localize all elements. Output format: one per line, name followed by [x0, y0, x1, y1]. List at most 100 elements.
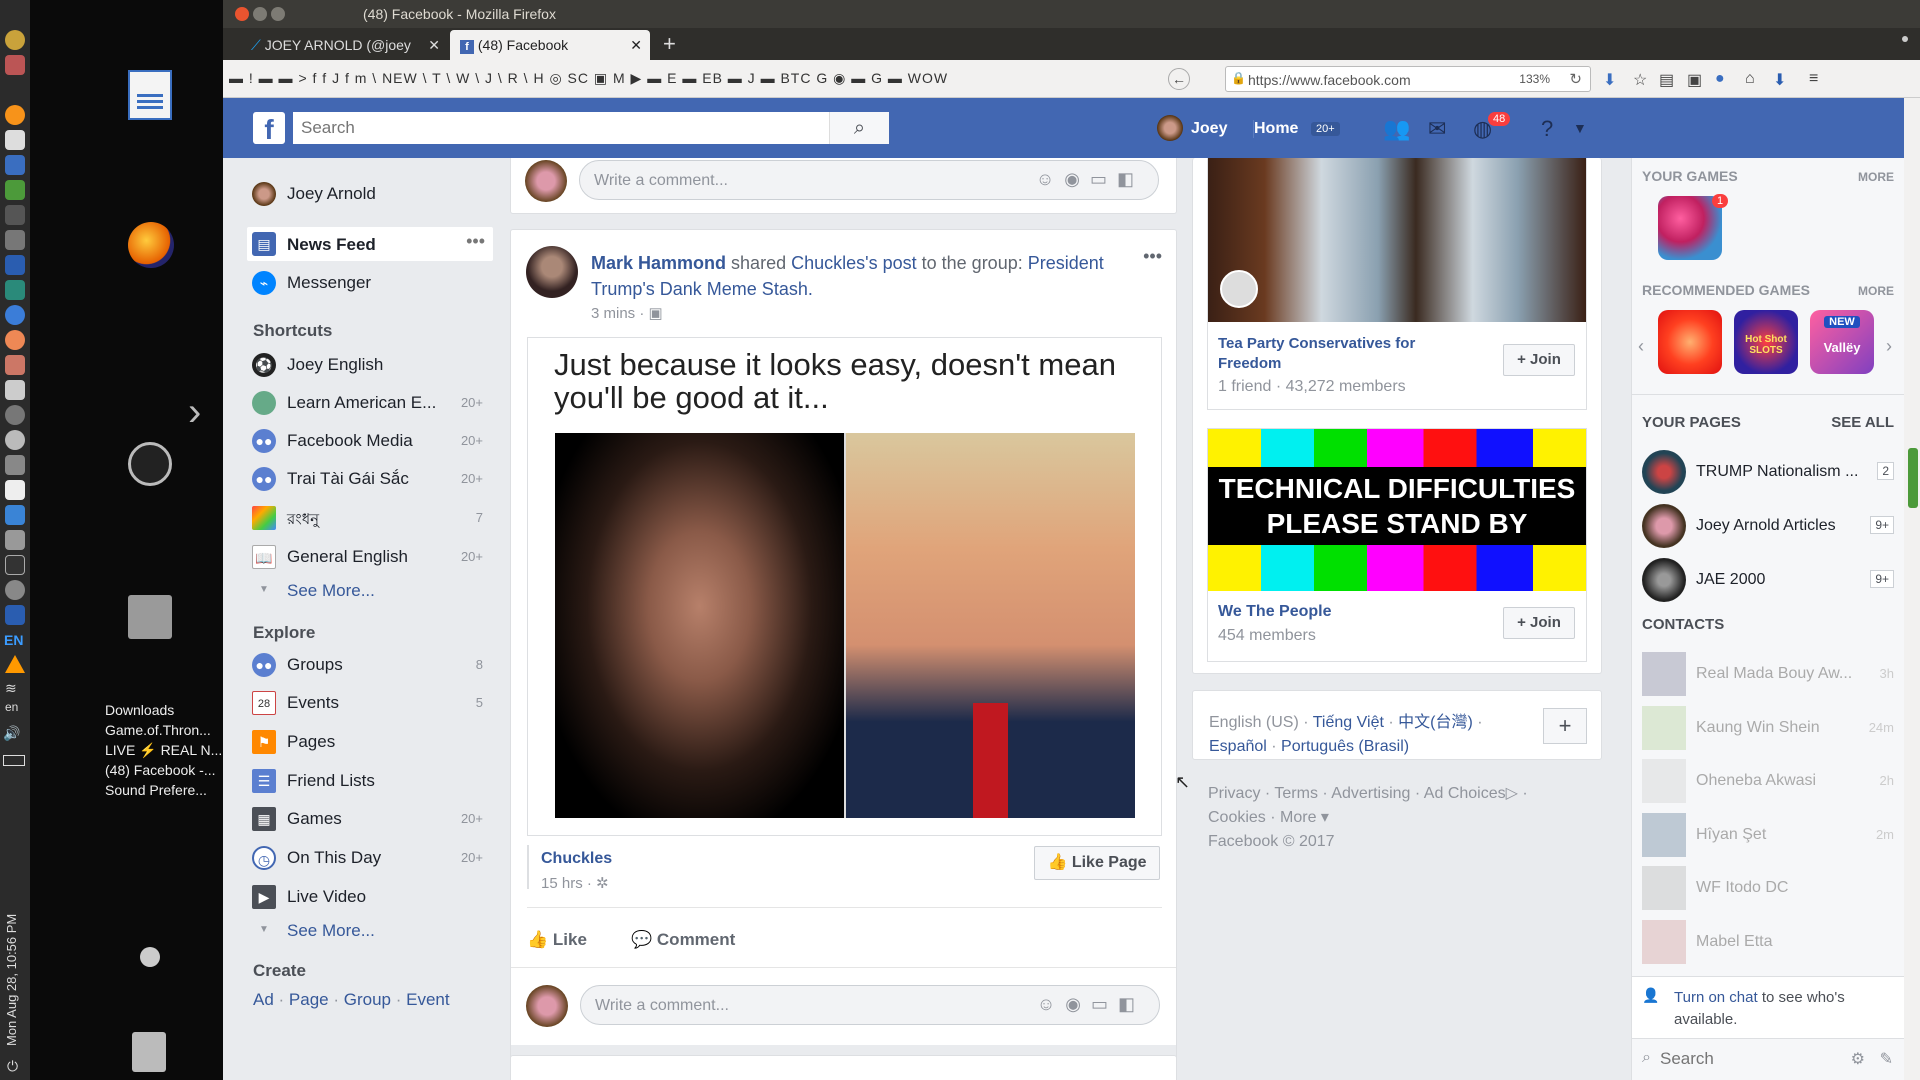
join-group-button[interactable]: + Join [1503, 607, 1575, 639]
account-menu-icon[interactable]: ▼ [1573, 120, 1587, 136]
home-link[interactable]: Home [1253, 120, 1298, 138]
wifi-icon[interactable]: ≋ [5, 680, 17, 697]
pages-see-all-link[interactable]: SEE ALL [1831, 414, 1894, 431]
spreadsheet-icon[interactable] [5, 180, 25, 200]
sticker-icon[interactable]: ◧ [1117, 169, 1144, 189]
join-group-button[interactable]: + Join [1503, 344, 1575, 376]
footer-advertising[interactable]: Advertising [1331, 785, 1410, 802]
menu-icon[interactable]: ≡ [1809, 70, 1818, 88]
explore-item-friend-lists[interactable]: ☰ Friend Lists [247, 765, 493, 795]
back-icon[interactable]: ← [1168, 68, 1190, 90]
see-more-explore[interactable]: ▼ See More... [247, 915, 493, 945]
group-card-we-the-people[interactable]: TECHNICAL DIFFICULTIES PLEASE STAND BY W… [1207, 428, 1587, 662]
shortcut-item[interactable]: ●● Trai Tài Gái Sắc 20+ [247, 463, 493, 493]
save-icon[interactable]: ⬇ [1773, 70, 1786, 90]
youtube-icon[interactable]: ▣ [1687, 70, 1702, 90]
camera-icon[interactable] [5, 555, 25, 575]
group-name[interactable]: Tea Party Conservatives for Freedom [1218, 334, 1468, 374]
clock[interactable]: Mon Aug 28, 10:56 PM [4, 900, 28, 1060]
new-tab-button[interactable]: + [663, 31, 676, 57]
shared-post[interactable]: Just because it looks easy, doesn't mean… [527, 337, 1162, 836]
shortcut-item[interactable]: ●● Facebook Media 20+ [247, 425, 493, 455]
create-ad-link[interactable]: Ad [253, 990, 274, 1009]
warning-icon[interactable] [5, 655, 25, 673]
chevron-right-icon[interactable]: › [188, 390, 201, 435]
page-item[interactable]: Joey Arnold Articles 9+ [1642, 504, 1894, 548]
window-list-item[interactable]: Game.of.Thron... [105, 720, 255, 740]
close-tab-icon[interactable]: ✕ [630, 37, 642, 54]
window-list-item[interactable]: (48) Facebook -... [105, 760, 255, 780]
candy-crush-game-icon[interactable] [1658, 196, 1722, 260]
download-icon[interactable]: ⬇ [1603, 70, 1616, 90]
audience-icon[interactable]: ▣ [649, 305, 663, 322]
calendar-icon[interactable] [5, 155, 25, 175]
page-name-link[interactable]: Chuckles [541, 850, 612, 868]
search-button[interactable]: ⌕ [829, 112, 889, 144]
window-list-item[interactable]: LIVE ⚡ REAL N... [105, 740, 255, 760]
bookmarks-strip[interactable]: ▬ ! ▬ ▬ > f f J f m \ NEW \ T \ W \ J \ … [229, 70, 1149, 87]
rec-game-icon[interactable] [1658, 310, 1722, 374]
image-icon[interactable] [5, 380, 25, 400]
create-group-link[interactable]: Group [344, 990, 391, 1009]
more-options-icon[interactable]: ••• [466, 231, 485, 252]
post-link[interactable]: post [883, 253, 917, 273]
explore-item-events[interactable]: 28 Events 5 [247, 687, 493, 717]
language-link[interactable]: Português (Brasil) [1281, 738, 1409, 755]
tab-overflow-icon[interactable] [1902, 36, 1908, 42]
gear-icon[interactable]: ⚙ [1851, 1049, 1865, 1069]
help-icon[interactable]: ? [1541, 116, 1553, 142]
app-icon[interactable] [5, 55, 25, 75]
contact-item[interactable]: Oheneba Akwasi 2h [1642, 759, 1894, 803]
add-language-button[interactable]: + [1543, 708, 1587, 744]
friend-requests-icon[interactable]: 👥 [1383, 116, 1410, 142]
source-link[interactable]: Chuckles [791, 253, 865, 273]
shortcut-item[interactable]: Learn American E... 20+ [247, 387, 493, 417]
files-icon[interactable] [5, 355, 25, 375]
footer-more[interactable]: More ▾ [1280, 809, 1329, 826]
like-page-button[interactable]: 👍 Like Page [1034, 846, 1160, 880]
document-icon[interactable] [128, 70, 172, 120]
see-more-shortcuts[interactable]: ▼ See More... [247, 575, 493, 605]
author-link[interactable]: Mark Hammond [591, 253, 726, 273]
nav-profile[interactable]: Joey Arnold [247, 178, 493, 208]
tab-facebook[interactable]: f (48) Facebook ✕ [450, 30, 650, 60]
file-cabinet-icon[interactable] [128, 595, 172, 639]
monitor-icon[interactable] [5, 280, 25, 300]
shortcut-item[interactable]: 📖 General English 20+ [247, 541, 493, 571]
rec-game-icon[interactable]: NEW Vallëy [1810, 310, 1874, 374]
language-link[interactable]: Tiếng Việt [1313, 714, 1384, 731]
close-window-button[interactable] [235, 7, 249, 21]
maximize-window-button[interactable] [271, 7, 285, 21]
disk-icon[interactable] [5, 580, 25, 600]
minimize-window-button[interactable] [253, 7, 267, 21]
gif-icon[interactable]: ▭ [1090, 169, 1117, 189]
trash-icon[interactable] [132, 1032, 166, 1072]
camera-icon[interactable]: ◉ [1065, 994, 1091, 1014]
battery-icon[interactable] [3, 755, 25, 766]
firefox-icon[interactable] [5, 330, 25, 350]
commenter-avatar[interactable] [526, 985, 568, 1027]
comment-input[interactable]: Write a comment... ☺◉▭◧ [580, 985, 1160, 1025]
commenter-avatar[interactable] [525, 160, 567, 202]
lock-icon[interactable] [5, 455, 25, 475]
contact-item[interactable]: Mabel Etta [1642, 920, 1894, 964]
page-scrollbar[interactable] [1904, 98, 1920, 1080]
nav-news-feed[interactable]: ▤ News Feed ••• [247, 227, 493, 261]
shortcut-item[interactable]: রংধনু 7 [247, 502, 493, 532]
ubuntu-icon[interactable] [128, 442, 172, 486]
keyboard-layout[interactable]: EN [4, 632, 23, 648]
scrollbar-thumb[interactable] [1908, 448, 1918, 508]
group-name[interactable]: We The People [1218, 603, 1332, 621]
url-bar[interactable]: 🔒 https://www.facebook.com 133% ↻ [1225, 66, 1591, 92]
compose-icon[interactable]: ✎ [1880, 1049, 1893, 1069]
author-avatar[interactable] [526, 246, 578, 298]
star-icon[interactable]: ☆ [1633, 70, 1647, 90]
nav-messenger[interactable]: ⌁ Messenger [247, 267, 493, 297]
footer-cookies[interactable]: Cookies [1208, 809, 1266, 826]
drive-icon[interactable] [5, 530, 25, 550]
drive-icon[interactable] [5, 230, 25, 250]
extension-icon[interactable]: ● [1715, 70, 1725, 88]
messenger-icon[interactable]: ✉ [1428, 116, 1446, 142]
user-avatar[interactable] [1157, 115, 1183, 141]
close-tab-icon[interactable]: ✕ [428, 37, 440, 54]
